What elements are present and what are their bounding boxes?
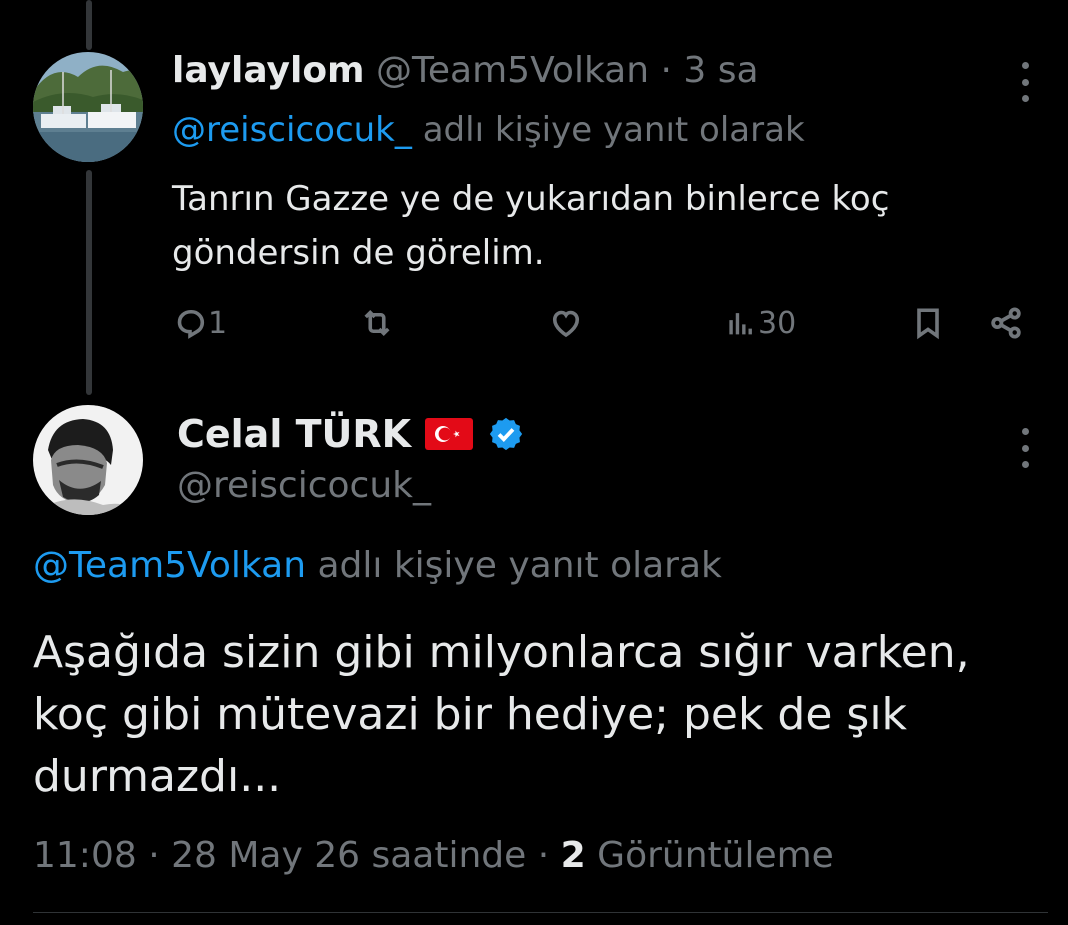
like-button[interactable] xyxy=(547,298,585,348)
divider xyxy=(33,912,1048,913)
main-mention-link[interactable]: @Team5Volkan xyxy=(33,545,306,586)
reply-views-count: 30 xyxy=(758,305,797,341)
avatar-celal-turk[interactable] xyxy=(33,405,143,515)
reply-mention-link[interactable]: @reiscicocuk_ xyxy=(172,110,412,150)
main-replying-to: @Team5Volkan adlı kişiye yanıt olarak xyxy=(33,545,722,586)
retweet-button[interactable] xyxy=(357,298,397,348)
reply-dot: · xyxy=(660,50,672,91)
reply-display-name[interactable]: laylaylom xyxy=(172,50,365,91)
share-button[interactable] xyxy=(987,298,1025,348)
main-replying-suffix: adlı kişiye yanıt olarak xyxy=(317,545,722,586)
verified-icon[interactable] xyxy=(487,415,525,453)
like-icon xyxy=(552,310,580,338)
main-time[interactable]: 11:08 xyxy=(33,835,137,876)
reply-replying-suffix: adlı kişiye yanıt olarak xyxy=(422,110,805,150)
main-views-label: Görüntüleme xyxy=(597,835,834,876)
reply-header: laylaylom @Team5Volkan · 3 sa xyxy=(172,50,759,91)
thread-connector-top xyxy=(86,0,92,50)
reply-replying-to: @reiscicocuk_ adlı kişiye yanıt olarak xyxy=(172,110,805,150)
views-icon xyxy=(729,313,752,335)
reply-text: Tanrın Gazze ye de yukarıdan binlerce ko… xyxy=(172,179,890,273)
main-meta: 11:08 · 28 May 26 saatinde · 2 Görüntüle… xyxy=(33,835,834,876)
reply-handle[interactable]: @Team5Volkan xyxy=(376,50,649,91)
meta-dot: · xyxy=(148,835,160,876)
reply-icon xyxy=(177,309,205,339)
thread-connector xyxy=(86,170,92,395)
reply-time[interactable]: 3 sa xyxy=(683,50,758,91)
main-views-count: 2 xyxy=(560,835,586,876)
avatar-laylaylom[interactable] xyxy=(33,52,143,162)
main-display-name[interactable]: Celal TÜRK xyxy=(177,412,411,456)
meta-dot: · xyxy=(537,835,550,876)
reply-count: 1 xyxy=(208,305,228,341)
main-date[interactable]: 28 May 26 saatinde xyxy=(171,835,526,876)
bookmark-button[interactable] xyxy=(910,298,946,348)
share-icon xyxy=(991,307,1021,339)
retweet-icon xyxy=(364,309,390,337)
reply-more-icon[interactable] xyxy=(1020,62,1030,102)
bookmark-icon xyxy=(917,308,939,340)
reply-action-bar: 1 30 xyxy=(172,298,1032,348)
main-handle[interactable]: @reiscicocuk_ xyxy=(177,465,431,506)
views-button[interactable]: 30 xyxy=(724,298,796,348)
author-name-row: Celal TÜRK xyxy=(177,412,525,456)
main-text: Aşağıda sizin gibi milyonlarca sığır var… xyxy=(33,627,970,802)
turkey-flag-icon xyxy=(425,418,474,450)
reply-button[interactable]: 1 xyxy=(172,298,227,348)
main-more-icon[interactable] xyxy=(1020,428,1030,468)
